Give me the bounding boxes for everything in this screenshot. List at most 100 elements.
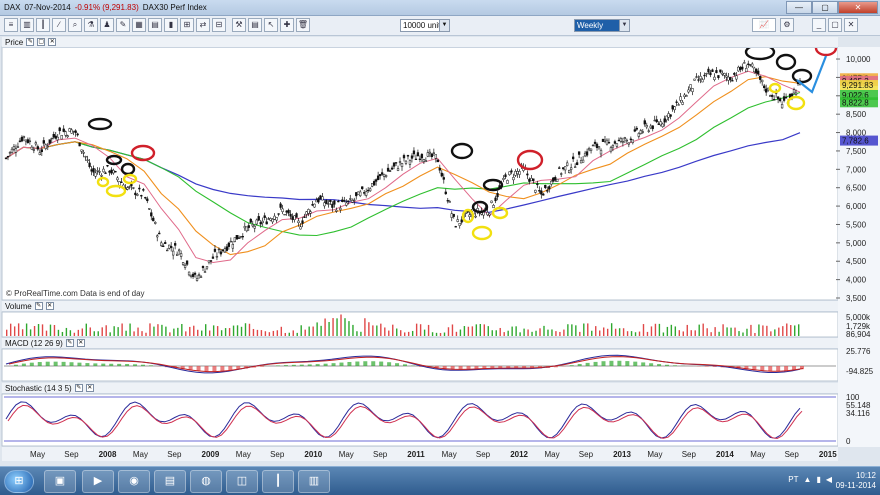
chrome-icon[interactable]: ◉ [118,470,150,493]
candle-body [82,152,85,154]
panel-close-icon[interactable]: ✕ [76,339,85,347]
app2-icon[interactable]: ▥ [298,470,330,493]
panel-close-icon[interactable]: ✕ [48,38,57,46]
table-icon[interactable]: ⊞ [180,18,194,32]
folder-icon[interactable]: ▤ [154,470,186,493]
vertical-bars-icon[interactable]: ▮ [164,18,178,32]
crosshair-icon[interactable]: ✚ [280,18,294,32]
candle-body [430,153,434,157]
candle-body [22,136,26,138]
macd-histogram-bar [331,363,336,366]
candles-icon[interactable]: ┃ [36,18,50,32]
volume-bar [280,326,283,336]
candle-body [587,148,591,151]
candle-body [179,253,183,257]
volume-bar [145,332,147,336]
candle-body [52,134,55,138]
volume-bar [487,326,489,336]
period-select[interactable]: Weekly ▼ [574,19,630,32]
candle-body [168,244,171,249]
candle-body [239,236,242,238]
candle-body [156,235,159,238]
panel-close-icon[interactable]: ✕ [85,384,94,392]
chart-area[interactable]: 10,0009,5009,0008,5008,0007,5007,0006,50… [0,36,880,466]
clock[interactable]: 10:12 09-11-2014 [836,471,876,491]
minimize-panel-icon[interactable]: _ [812,18,826,32]
edit-icon[interactable]: ✎ [34,302,43,310]
candle-body [223,248,227,253]
candle-body [398,161,402,163]
media-icon[interactable]: ▶ [82,470,114,493]
volume-bar [53,324,56,336]
units-select[interactable]: 10000 units ▼ [400,19,450,32]
orders-icon[interactable]: ⇄ [196,18,210,32]
candle-body [116,177,119,181]
candle-body [372,181,376,186]
maximize-button[interactable]: ▢ [812,1,838,14]
candle-body [663,118,666,123]
candle-body [552,177,555,182]
zoom-icon[interactable]: ⌕ [68,18,82,32]
candle-body [315,199,318,203]
explorer-icon[interactable]: ▣ [44,470,76,493]
volume-bar [240,326,243,336]
prorealtime-taskbar-icon[interactable]: ┃ [262,470,294,493]
volume-bar [201,330,203,336]
settings-icon[interactable]: ⚙ [780,18,794,32]
edit-icon[interactable]: ✎ [65,339,74,347]
grid-icon[interactable]: ⊟ [212,18,226,32]
volume-bar [169,332,171,336]
pointer-icon[interactable]: ↖ [264,18,278,32]
candle-body [414,158,418,161]
language-indicator[interactable]: PT [788,475,798,484]
candle-body [494,197,497,202]
bars-icon[interactable]: ▤ [148,18,162,32]
chart-thumbnail-icon[interactable]: 📈 [752,18,776,32]
volume-icon[interactable]: ◀ [826,475,832,484]
candle-body [380,172,384,175]
candle-body [88,162,91,167]
alert-icon[interactable]: ♟ [100,18,114,32]
candle-body [247,225,250,228]
volume-bar [770,331,772,336]
volume-bar [778,327,780,336]
calculator-icon[interactable]: ▤ [248,18,262,32]
app-icon[interactable]: ◫ [226,470,258,493]
candle-body [711,69,714,72]
line-icon[interactable]: ∕ [52,18,66,32]
candle-body [422,159,426,162]
network-icon[interactable]: ▮ [816,475,820,484]
volume-bar [288,332,290,336]
volume-bar [117,327,119,336]
tray-arrow-icon[interactable]: ▲ [804,475,812,484]
candle-body [488,213,491,216]
macd-panel-header: MACD (12 26 9) ✎ ✕ [2,338,838,349]
candle-body [528,178,531,182]
volume-bar [21,329,24,336]
screener-icon[interactable]: ▦ [132,18,146,32]
edit-icon[interactable]: ✎ [74,384,83,392]
candle-body [243,226,246,229]
candle-body [245,226,248,232]
panel-close-icon[interactable]: ✕ [45,302,54,310]
edit-icon[interactable]: ✎ [26,38,35,46]
chart-type-icon[interactable]: ▥ [20,18,34,32]
time-axis-label: 2011 [407,450,425,459]
candle-body [790,93,794,97]
macd-panel-title: MACD (12 26 9) [5,338,63,348]
close-panel-icon[interactable]: ✕ [844,18,858,32]
close-button[interactable]: ✕ [838,1,878,14]
candle-body [136,194,139,196]
trash-icon[interactable]: 🗑 [296,18,310,32]
symbol-list-icon[interactable]: ≡ [4,18,18,32]
start-button[interactable]: ⊞ [4,470,34,493]
restore-panel-icon[interactable]: ▢ [828,18,842,32]
firefox-icon[interactable]: ◍ [190,470,222,493]
drawing-icon[interactable]: ✎ [116,18,130,32]
candle-body [450,213,453,218]
indicator-icon[interactable]: ⚗ [84,18,98,32]
panel-box-icon[interactable]: ▢ [37,38,46,46]
minimize-button[interactable]: — [786,1,812,14]
volume-bar [89,327,91,336]
tools-icon[interactable]: ⚒ [232,18,246,32]
